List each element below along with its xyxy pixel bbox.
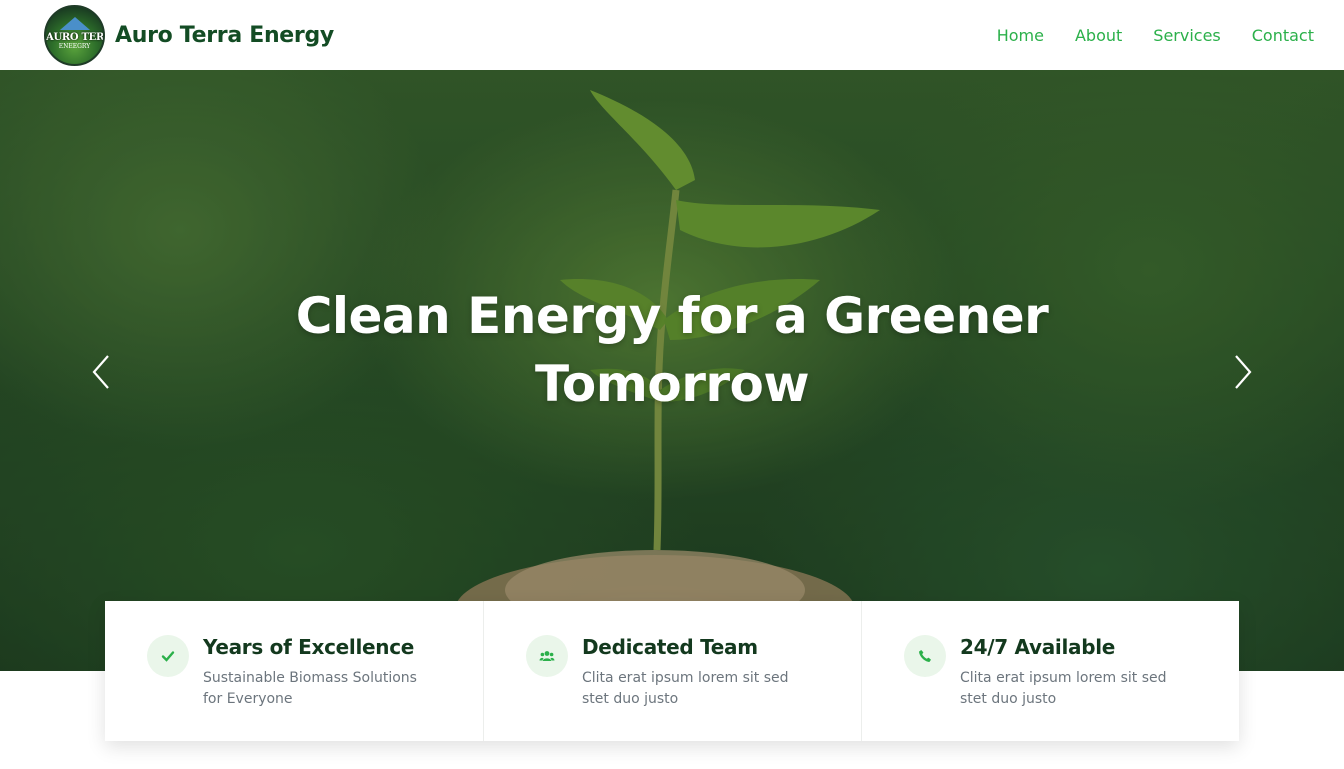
- carousel-next-button[interactable]: [1228, 352, 1258, 392]
- phone-icon: [904, 635, 946, 677]
- feature-title: 24/7 Available: [960, 635, 1116, 659]
- brand[interactable]: AURO TERRA ENEEGRY Auro Terra Energy: [44, 4, 334, 66]
- company-logo[interactable]: AURO TERRA ENEEGRY: [44, 4, 105, 66]
- feature-card-team: Dedicated Team Clita erat ipsum lorem si…: [483, 601, 861, 741]
- feature-content: Years of Excellence Sustainable Biomass …: [203, 631, 435, 710]
- feature-card-excellence: Years of Excellence Sustainable Biomass …: [105, 601, 483, 741]
- feature-title: Years of Excellence: [203, 635, 415, 659]
- nav-link-about[interactable]: About: [1075, 26, 1122, 45]
- chevron-left-icon: [92, 355, 109, 389]
- brand-name[interactable]: Auro Terra Energy: [115, 23, 334, 48]
- feature-content: 24/7 Available Clita erat ipsum lorem si…: [960, 631, 1192, 710]
- logo-text: AURO TERRA: [46, 31, 104, 43]
- check-icon: [147, 635, 189, 677]
- users-icon: [526, 635, 568, 677]
- feature-card-availability: 24/7 Available Clita erat ipsum lorem si…: [861, 601, 1239, 741]
- feature-cards: Years of Excellence Sustainable Biomass …: [105, 601, 1239, 741]
- hero-title: Clean Energy for a Greener Tomorrow: [295, 287, 1049, 413]
- feature-text: Clita erat ipsum lorem sit sed stet duo …: [582, 670, 789, 707]
- house-roof-icon: [60, 16, 90, 30]
- feature-text: Sustainable Biomass Solutions for Everyo…: [203, 670, 417, 707]
- navbar: AURO TERRA ENEEGRY Auro Terra Energy Hom…: [0, 0, 1344, 70]
- logo-subtext: ENEEGRY: [58, 42, 91, 50]
- chevron-right-icon: [1235, 355, 1252, 389]
- carousel-prev-button[interactable]: [86, 352, 116, 392]
- feature-content: Dedicated Team Clita erat ipsum lorem si…: [582, 631, 814, 710]
- nav-link-home[interactable]: Home: [997, 26, 1044, 45]
- nav-link-services[interactable]: Services: [1153, 26, 1220, 45]
- main-nav: Home About Services Contact: [997, 26, 1314, 45]
- nav-link-contact[interactable]: Contact: [1252, 26, 1314, 45]
- feature-text: Clita erat ipsum lorem sit sed stet duo …: [960, 670, 1167, 707]
- hero-carousel: Clean Energy for a Greener Tomorrow: [0, 70, 1344, 671]
- feature-title: Dedicated Team: [582, 635, 758, 659]
